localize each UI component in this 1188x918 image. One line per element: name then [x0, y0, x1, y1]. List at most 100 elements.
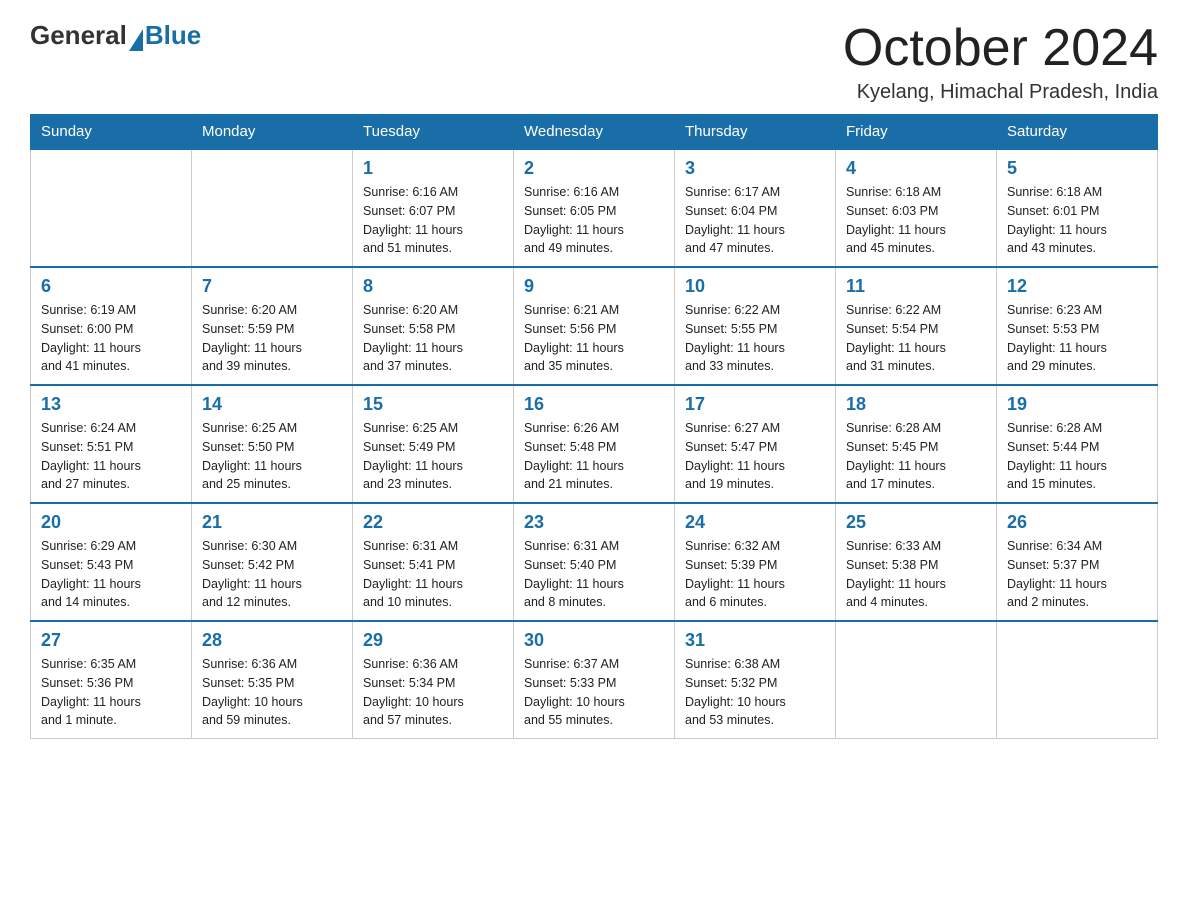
- day-number: 1: [363, 158, 503, 179]
- weekday-header-monday: Monday: [192, 115, 353, 150]
- day-info: Sunrise: 6:17 AMSunset: 6:04 PMDaylight:…: [685, 183, 825, 258]
- day-info: Sunrise: 6:32 AMSunset: 5:39 PMDaylight:…: [685, 537, 825, 612]
- calendar-cell: 31Sunrise: 6:38 AMSunset: 5:32 PMDayligh…: [675, 621, 836, 739]
- calendar-cell: 27 Sunrise: 6:35 AMSunset: 5:36 PMDayligh…: [31, 621, 192, 739]
- calendar-cell: 22Sunrise: 6:31 AMSunset: 5:41 PMDayligh…: [353, 503, 514, 621]
- day-number: 31: [685, 630, 825, 651]
- day-number: 19: [1007, 394, 1147, 415]
- calendar-cell: 1 Sunrise: 6:16 AMSunset: 6:07 PMDaylight…: [353, 149, 514, 267]
- day-number: 5: [1007, 158, 1147, 179]
- calendar-cell: 14 Sunrise: 6:25 AMSunset: 5:50 PMDayligh…: [192, 385, 353, 503]
- day-number: 21: [202, 512, 342, 533]
- day-number: 16: [524, 394, 664, 415]
- day-info: Sunrise: 6:25 AMSunset: 5:50 PMDaylight:…: [202, 419, 342, 494]
- day-number: 28: [202, 630, 342, 651]
- week-row-1: 1 Sunrise: 6:16 AMSunset: 6:07 PMDaylight…: [31, 149, 1158, 267]
- day-info: Sunrise: 6:34 AMSunset: 5:37 PMDaylight:…: [1007, 537, 1147, 612]
- weekday-header-sunday: Sunday: [31, 115, 192, 150]
- week-row-2: 6Sunrise: 6:19 AMSunset: 6:00 PMDaylight…: [31, 267, 1158, 385]
- day-number: 11: [846, 276, 986, 297]
- day-number: 6: [41, 276, 181, 297]
- calendar-cell: [192, 149, 353, 267]
- calendar-cell: 5 Sunrise: 6:18 AMSunset: 6:01 PMDaylight…: [997, 149, 1158, 267]
- day-number: 30: [524, 630, 664, 651]
- page-header: General Blue October 2024 Kyelang, Himac…: [30, 20, 1158, 104]
- calendar-cell: 7Sunrise: 6:20 AMSunset: 5:59 PMDaylight…: [192, 267, 353, 385]
- day-number: 22: [363, 512, 503, 533]
- day-number: 26: [1007, 512, 1147, 533]
- day-number: 3: [685, 158, 825, 179]
- day-number: 13: [41, 394, 181, 415]
- day-info: Sunrise: 6:35 AMSunset: 5:36 PMDaylight:…: [41, 655, 181, 730]
- logo-text: General Blue: [30, 20, 201, 51]
- weekday-header-tuesday: Tuesday: [353, 115, 514, 150]
- weekday-header-wednesday: Wednesday: [514, 115, 675, 150]
- day-info: Sunrise: 6:22 AMSunset: 5:54 PMDaylight:…: [846, 301, 986, 376]
- calendar-cell: 17 Sunrise: 6:27 AMSunset: 5:47 PMDayligh…: [675, 385, 836, 503]
- day-number: 24: [685, 512, 825, 533]
- day-number: 23: [524, 512, 664, 533]
- day-info: Sunrise: 6:24 AMSunset: 5:51 PMDaylight:…: [41, 419, 181, 494]
- day-info: Sunrise: 6:29 AMSunset: 5:43 PMDaylight:…: [41, 537, 181, 612]
- day-info: Sunrise: 6:30 AMSunset: 5:42 PMDaylight:…: [202, 537, 342, 612]
- weekday-header-friday: Friday: [836, 115, 997, 150]
- day-number: 12: [1007, 276, 1147, 297]
- day-info: Sunrise: 6:21 AMSunset: 5:56 PMDaylight:…: [524, 301, 664, 376]
- calendar-cell: 18Sunrise: 6:28 AMSunset: 5:45 PMDayligh…: [836, 385, 997, 503]
- day-info: Sunrise: 6:23 AMSunset: 5:53 PMDaylight:…: [1007, 301, 1147, 376]
- calendar-cell: 4 Sunrise: 6:18 AMSunset: 6:03 PMDaylight…: [836, 149, 997, 267]
- calendar-cell: 2 Sunrise: 6:16 AMSunset: 6:05 PMDaylight…: [514, 149, 675, 267]
- day-info: Sunrise: 6:22 AMSunset: 5:55 PMDaylight:…: [685, 301, 825, 376]
- month-title: October 2024: [843, 20, 1158, 77]
- day-info: Sunrise: 6:25 AMSunset: 5:49 PMDaylight:…: [363, 419, 503, 494]
- day-info: Sunrise: 6:28 AMSunset: 5:44 PMDaylight:…: [1007, 419, 1147, 494]
- calendar-cell: 26 Sunrise: 6:34 AMSunset: 5:37 PMDayligh…: [997, 503, 1158, 621]
- day-info: Sunrise: 6:26 AMSunset: 5:48 PMDaylight:…: [524, 419, 664, 494]
- day-number: 14: [202, 394, 342, 415]
- weekday-header-row: SundayMondayTuesdayWednesdayThursdayFrid…: [31, 115, 1158, 150]
- calendar-cell: [997, 621, 1158, 739]
- day-number: 4: [846, 158, 986, 179]
- calendar-cell: [836, 621, 997, 739]
- day-number: 9: [524, 276, 664, 297]
- day-info: Sunrise: 6:31 AMSunset: 5:40 PMDaylight:…: [524, 537, 664, 612]
- week-row-3: 13 Sunrise: 6:24 AMSunset: 5:51 PMDayligh…: [31, 385, 1158, 503]
- calendar-cell: 29 Sunrise: 6:36 AMSunset: 5:34 PMDayligh…: [353, 621, 514, 739]
- day-info: Sunrise: 6:28 AMSunset: 5:45 PMDaylight:…: [846, 419, 986, 494]
- day-number: 17: [685, 394, 825, 415]
- day-number: 25: [846, 512, 986, 533]
- logo: General Blue: [30, 20, 201, 51]
- day-number: 2: [524, 158, 664, 179]
- day-info: Sunrise: 6:18 AMSunset: 6:03 PMDaylight:…: [846, 183, 986, 258]
- calendar-cell: 9 Sunrise: 6:21 AMSunset: 5:56 PMDaylight…: [514, 267, 675, 385]
- calendar-cell: 28 Sunrise: 6:36 AMSunset: 5:35 PMDayligh…: [192, 621, 353, 739]
- weekday-header-thursday: Thursday: [675, 115, 836, 150]
- calendar-cell: 19 Sunrise: 6:28 AMSunset: 5:44 PMDayligh…: [997, 385, 1158, 503]
- calendar-table: SundayMondayTuesdayWednesdayThursdayFrid…: [30, 114, 1158, 739]
- day-number: 29: [363, 630, 503, 651]
- week-row-4: 20 Sunrise: 6:29 AMSunset: 5:43 PMDayligh…: [31, 503, 1158, 621]
- logo-triangle-icon: [129, 29, 143, 51]
- calendar-cell: 23 Sunrise: 6:31 AMSunset: 5:40 PMDayligh…: [514, 503, 675, 621]
- day-info: Sunrise: 6:37 AMSunset: 5:33 PMDaylight:…: [524, 655, 664, 730]
- day-info: Sunrise: 6:27 AMSunset: 5:47 PMDaylight:…: [685, 419, 825, 494]
- calendar-cell: 10Sunrise: 6:22 AMSunset: 5:55 PMDayligh…: [675, 267, 836, 385]
- calendar-cell: 12 Sunrise: 6:23 AMSunset: 5:53 PMDayligh…: [997, 267, 1158, 385]
- day-info: Sunrise: 6:18 AMSunset: 6:01 PMDaylight:…: [1007, 183, 1147, 258]
- calendar-cell: 24 Sunrise: 6:32 AMSunset: 5:39 PMDayligh…: [675, 503, 836, 621]
- calendar-cell: 20 Sunrise: 6:29 AMSunset: 5:43 PMDayligh…: [31, 503, 192, 621]
- logo-general: General: [30, 20, 127, 51]
- day-number: 20: [41, 512, 181, 533]
- calendar-cell: 11 Sunrise: 6:22 AMSunset: 5:54 PMDayligh…: [836, 267, 997, 385]
- calendar-cell: 15Sunrise: 6:25 AMSunset: 5:49 PMDayligh…: [353, 385, 514, 503]
- day-info: Sunrise: 6:16 AMSunset: 6:07 PMDaylight:…: [363, 183, 503, 258]
- day-number: 7: [202, 276, 342, 297]
- day-info: Sunrise: 6:33 AMSunset: 5:38 PMDaylight:…: [846, 537, 986, 612]
- day-info: Sunrise: 6:36 AMSunset: 5:35 PMDaylight:…: [202, 655, 342, 730]
- day-info: Sunrise: 6:16 AMSunset: 6:05 PMDaylight:…: [524, 183, 664, 258]
- day-number: 8: [363, 276, 503, 297]
- day-number: 27: [41, 630, 181, 651]
- calendar-cell: 21 Sunrise: 6:30 AMSunset: 5:42 PMDayligh…: [192, 503, 353, 621]
- day-info: Sunrise: 6:36 AMSunset: 5:34 PMDaylight:…: [363, 655, 503, 730]
- week-row-5: 27 Sunrise: 6:35 AMSunset: 5:36 PMDayligh…: [31, 621, 1158, 739]
